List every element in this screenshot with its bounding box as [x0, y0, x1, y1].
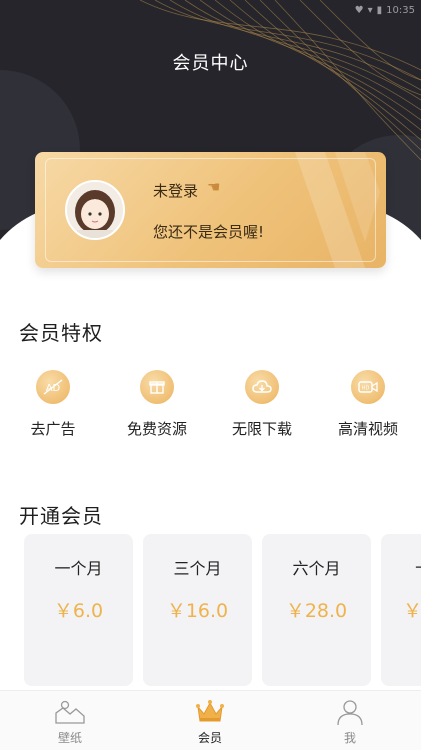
nav-item-member[interactable]: 会员	[165, 697, 255, 746]
gift-icon	[140, 370, 174, 404]
battery-icon: ▮	[376, 4, 383, 16]
crown-icon	[194, 697, 226, 727]
perk-item-free-resources[interactable]: 免费资源	[107, 370, 207, 439]
plans-carousel[interactable]: 一个月 ￥6.0 三个月 ￥16.0 六个月 ￥28.0 十 ￥	[24, 534, 421, 686]
plan-card-1-month[interactable]: 一个月 ￥6.0	[24, 534, 133, 686]
svg-text:HD: HD	[362, 386, 370, 392]
plan-price: ￥16.0	[166, 600, 229, 622]
nav-label: 壁纸	[57, 731, 82, 745]
perk-label: 去广告	[30, 420, 76, 438]
wifi-icon: ▾	[367, 4, 373, 16]
perk-item-no-ads[interactable]: AD 去广告	[3, 370, 103, 439]
user-icon	[334, 697, 366, 727]
no-ads-icon: AD	[36, 370, 70, 404]
plan-card-partial[interactable]: 十 ￥	[381, 534, 421, 686]
perk-label: 免费资源	[126, 420, 187, 438]
wallpaper-icon	[54, 697, 86, 727]
plan-name: 六个月	[292, 559, 341, 578]
plan-price: ￥28.0	[285, 600, 348, 622]
page-title: 会员中心	[172, 53, 249, 74]
hd-video-icon: HD	[351, 370, 385, 404]
membership-subtext: 您还不是会员喔!	[153, 223, 265, 241]
plan-card-6-months[interactable]: 六个月 ￥28.0	[262, 534, 371, 686]
pointing-hand-icon: ☚	[207, 178, 221, 196]
member-card[interactable]: 未登录 ☚ 您还不是会员喔!	[35, 152, 386, 268]
nav-item-wallpaper[interactable]: 壁纸	[25, 697, 115, 746]
status-bar: ♥ ▾ ▮ 10:35	[355, 0, 415, 20]
login-status-text[interactable]: 未登录	[153, 180, 198, 201]
bottom-nav: 壁纸 会员 我	[0, 690, 421, 750]
heart-icon: ♥	[354, 4, 364, 16]
nav-label: 会员	[197, 731, 222, 745]
perk-label: 无限下载	[231, 420, 292, 438]
plan-name: 一个月	[54, 559, 103, 578]
perk-item-unlimited-download[interactable]: 无限下载	[212, 370, 312, 439]
plan-price: ￥	[403, 600, 421, 622]
perks-section-title: 会员特权	[19, 321, 103, 345]
perk-item-hd-video[interactable]: HD 高清视频	[318, 370, 418, 439]
svg-text:AD: AD	[46, 383, 61, 394]
avatar-image	[67, 182, 123, 238]
plan-name: 十	[381, 555, 421, 579]
plans-section-title: 开通会员	[19, 504, 103, 528]
plan-card-3-months[interactable]: 三个月 ￥16.0	[143, 534, 252, 686]
cloud-download-icon	[245, 370, 279, 404]
nav-label: 我	[343, 731, 356, 745]
nav-item-me[interactable]: 我	[305, 697, 395, 746]
avatar[interactable]	[65, 180, 125, 240]
plan-name: 三个月	[173, 559, 222, 578]
perk-label: 高清视频	[337, 420, 398, 438]
status-time: 10:35	[386, 4, 415, 16]
plan-price: ￥6.0	[53, 600, 104, 622]
